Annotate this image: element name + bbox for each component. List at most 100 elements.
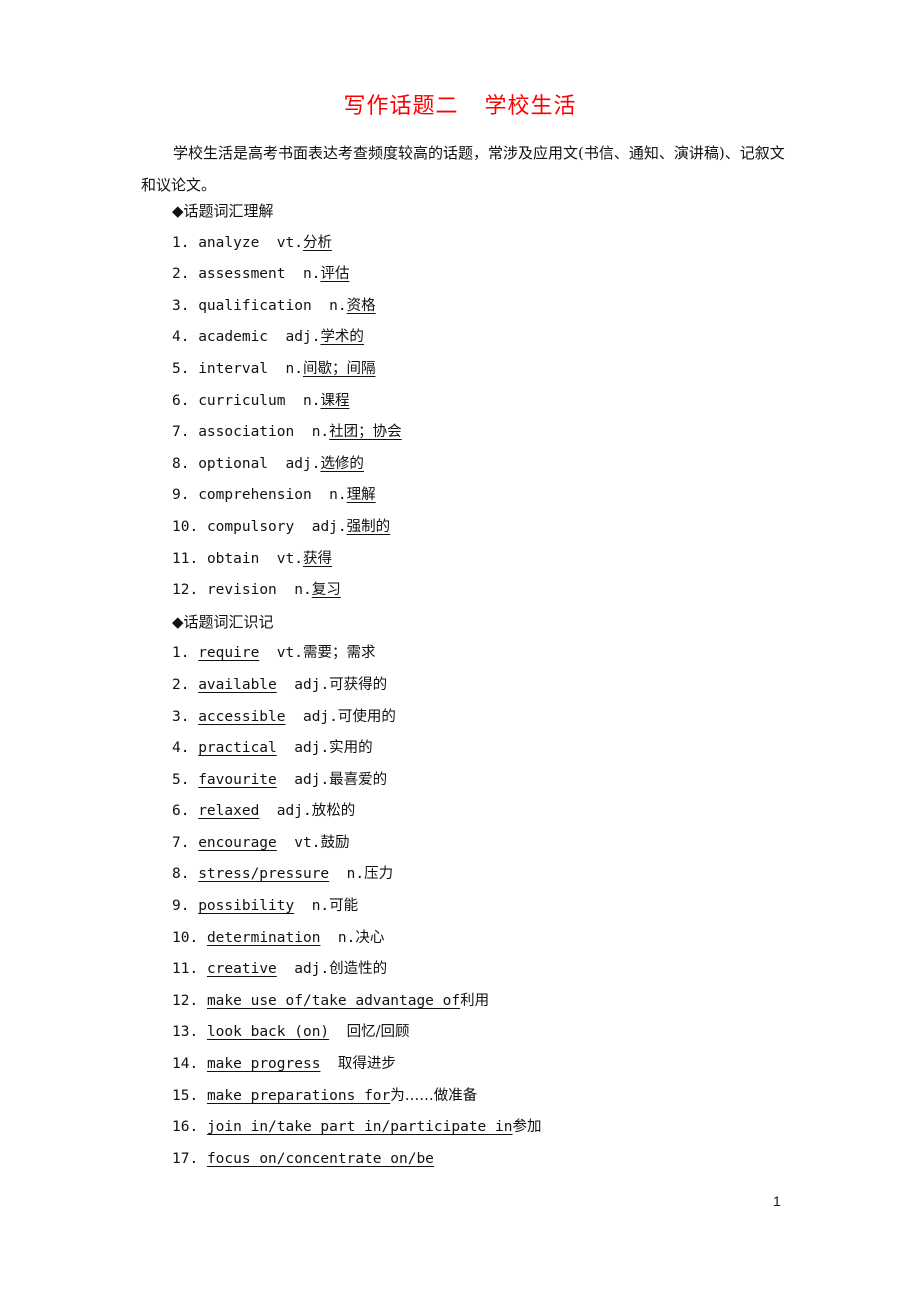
vocab-item: 12. revision n.复习 xyxy=(172,575,541,607)
item-number: 4. xyxy=(172,740,190,757)
item-meaning: 可使用的 xyxy=(337,708,396,725)
item-word-answer: focus on/concentrate on/be xyxy=(206,1150,434,1167)
item-pos: vt. xyxy=(276,234,303,251)
item-pos: n. xyxy=(346,866,365,883)
item-meaning-answer: 资格 xyxy=(346,297,376,314)
item-number: 1. xyxy=(172,234,190,251)
item-number: 10. xyxy=(172,929,199,946)
vocab-item: 2. available adj.可获得的 xyxy=(172,670,541,702)
vocab-item: 8. optional adj.选修的 xyxy=(172,449,541,481)
item-number: 12. xyxy=(172,992,199,1009)
item-word: curriculum xyxy=(198,392,286,409)
vocab-item: 7. association n.社团；协会 xyxy=(172,417,541,449)
vocab-item: 10. determination n.决心 xyxy=(172,923,541,955)
item-word: comprehension xyxy=(198,487,312,504)
item-meaning: 可能 xyxy=(329,898,359,915)
item-word: revision xyxy=(206,582,277,599)
vocab-item: 1. analyze vt.分析 xyxy=(172,228,541,260)
item-meaning-answer: 课程 xyxy=(320,392,350,409)
item-meaning: 需要；需求 xyxy=(302,645,376,662)
item-number: 15. xyxy=(172,1087,199,1104)
item-number: 1. xyxy=(172,645,190,662)
vocab-content: ◆话题词汇理解 1. analyze vt.分析 2. assessment n.… xyxy=(172,196,541,1175)
item-meaning-answer: 评估 xyxy=(320,266,350,283)
page-title: 写作话题二 学校生活 xyxy=(0,88,920,120)
vocab-item: 14. make progress 取得进步 xyxy=(172,1049,541,1081)
item-meaning: 最喜爱的 xyxy=(329,771,388,788)
item-meaning-answer: 间歇；间隔 xyxy=(302,360,376,377)
item-pos: adj. xyxy=(302,708,338,725)
item-meaning: 创造性的 xyxy=(329,961,388,978)
item-word: obtain xyxy=(206,550,260,567)
item-meaning: 实用的 xyxy=(329,740,373,757)
item-word-answer: determination xyxy=(206,929,321,946)
item-word-answer: relaxed xyxy=(198,803,260,820)
vocab-item: 4. academic adj.学术的 xyxy=(172,322,541,354)
item-word-answer: make progress xyxy=(206,1056,321,1073)
item-number: 4. xyxy=(172,329,190,346)
item-number: 11. xyxy=(172,550,199,567)
item-pos: n. xyxy=(302,392,321,409)
item-number: 17. xyxy=(172,1150,199,1167)
item-number: 5. xyxy=(172,771,190,788)
vocab-item: 6. relaxed adj.放松的 xyxy=(172,796,541,828)
item-number: 7. xyxy=(172,424,190,441)
item-pos: adj. xyxy=(285,455,321,472)
item-word-answer: make preparations for xyxy=(206,1087,391,1104)
page-number: 1 xyxy=(773,1193,781,1209)
vocab-item: 15. make preparations for为……做准备 xyxy=(172,1081,541,1113)
item-word-answer: require xyxy=(198,645,260,662)
vocab-item: 10. compulsory adj.强制的 xyxy=(172,512,541,544)
item-word-answer: possibility xyxy=(198,898,295,915)
item-pos: vt. xyxy=(294,834,321,851)
item-number: 11. xyxy=(172,961,199,978)
item-number: 3. xyxy=(172,297,190,314)
item-word: academic xyxy=(198,329,269,346)
item-number: 14. xyxy=(172,1056,199,1073)
item-meaning: 可获得的 xyxy=(329,676,388,693)
item-pos: adj. xyxy=(294,961,330,978)
vocab-item: 4. practical adj.实用的 xyxy=(172,733,541,765)
item-number: 5. xyxy=(172,360,190,377)
section-heading-understanding: ◆话题词汇理解 xyxy=(172,202,274,220)
item-pos: n. xyxy=(311,898,330,915)
vocab-item: 17. focus on/concentrate on/be xyxy=(172,1144,541,1176)
item-number: 8. xyxy=(172,866,190,883)
item-number: 6. xyxy=(172,803,190,820)
vocab-item: 1. require vt.需要；需求 xyxy=(172,638,541,670)
section-heading-memorize: ◆话题词汇识记 xyxy=(172,612,274,631)
vocab-item: 3. qualification n.资格 xyxy=(172,291,541,323)
item-number: 3. xyxy=(172,708,190,725)
item-word: optional xyxy=(198,455,269,472)
item-number: 2. xyxy=(172,676,190,693)
vocab-item: 7. encourage vt.鼓励 xyxy=(172,828,541,860)
item-pos: adj. xyxy=(294,771,330,788)
item-pos: n. xyxy=(337,929,356,946)
item-pos: adj. xyxy=(311,518,347,535)
vocab-item: 13. look back (on) 回忆/回顾 xyxy=(172,1017,541,1049)
item-meaning-answer: 分析 xyxy=(302,234,332,251)
item-word: qualification xyxy=(198,297,312,314)
item-meaning-answer: 理解 xyxy=(346,487,376,504)
item-word-answer: accessible xyxy=(198,708,286,725)
item-word-answer: practical xyxy=(198,740,277,757)
title-part-2: 学校生活 xyxy=(484,94,577,119)
item-number: 16. xyxy=(172,1119,199,1136)
item-meaning-answer: 获得 xyxy=(303,550,332,567)
item-word-answer: look back (on) xyxy=(206,1024,330,1041)
item-meaning: 压力 xyxy=(364,866,394,883)
item-word: assessment xyxy=(198,266,286,283)
item-word-answer: available xyxy=(198,676,277,693)
item-meaning: 鼓励 xyxy=(320,834,350,851)
item-meaning-answer: 强制的 xyxy=(346,518,391,535)
item-number: 9. xyxy=(172,487,190,504)
vocab-item: 9. comprehension n.理解 xyxy=(172,480,541,512)
item-number: 9. xyxy=(172,898,190,915)
item-pos: vt. xyxy=(276,645,303,662)
title-part-1: 写作话题二 xyxy=(343,94,459,119)
item-word-answer: join in/take part in/participate in xyxy=(206,1119,513,1136)
item-word-answer: stress/pressure xyxy=(198,866,330,883)
item-meaning: 利用 xyxy=(460,992,490,1009)
item-number: 12. xyxy=(172,582,199,599)
item-meaning: 放松的 xyxy=(311,803,356,820)
